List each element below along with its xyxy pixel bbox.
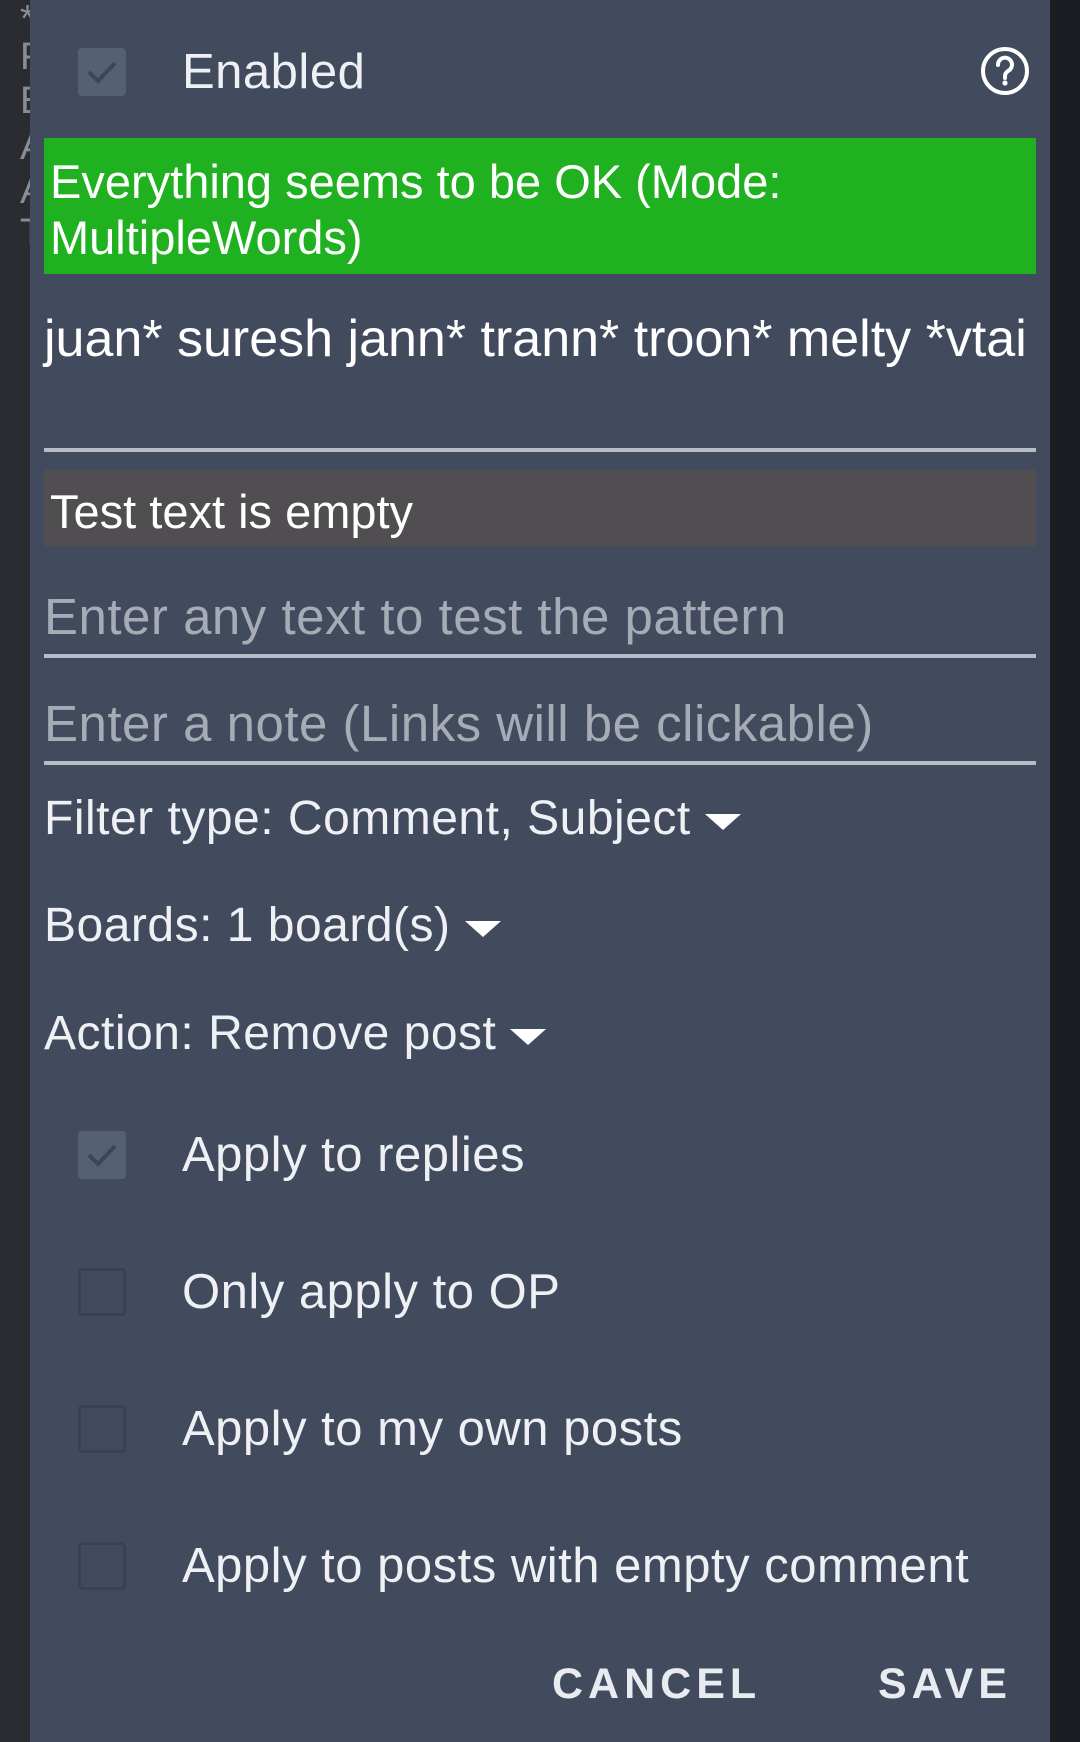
option-label: Only apply to OP [182,1265,561,1319]
screen: * F E A A T Enabled Everything seems to … [0,0,1080,1742]
only-op-checkbox[interactable] [78,1268,126,1316]
boards-dropdown[interactable]: Boards: 1 board(s) [44,890,503,960]
own-posts-checkbox[interactable] [78,1405,126,1453]
filter-type-label: Filter type: Comment, Subject [44,791,691,845]
checkmark-icon [87,61,117,84]
option-label: Apply to replies [182,1128,526,1182]
cancel-button[interactable]: CANCEL [552,1660,761,1709]
background-activity: * F E A A T [0,0,45,1742]
option-apply-to-replies[interactable]: Apply to replies [30,1105,1050,1205]
chevron-down-icon [510,1029,547,1045]
note-field[interactable] [44,685,1036,765]
option-empty-comment[interactable]: Apply to posts with empty comment [30,1516,1050,1616]
pattern-input[interactable]: juan* suresh jann* trann* troon* melty *… [44,300,1036,452]
option-own-posts[interactable]: Apply to my own posts [30,1379,1050,1479]
pattern-status-banner: Everything seems to be OK (Mode: Multipl… [44,138,1036,274]
action-label: Action: Remove post [44,1006,497,1060]
test-status-banner: Test text is empty [44,470,1036,546]
test-text-field[interactable] [44,578,1036,658]
enabled-row[interactable]: Enabled [30,22,1050,122]
option-only-op[interactable]: Only apply to OP [30,1242,1050,1342]
filter-edit-dialog: Enabled Everything seems to be OK (Mode:… [30,0,1050,1742]
test-text-input[interactable] [44,578,1036,654]
chevron-down-icon [704,814,741,830]
enabled-checkbox[interactable] [78,48,126,96]
note-input[interactable] [44,685,1036,761]
background-edge [1050,0,1080,1742]
option-label: Apply to my own posts [182,1402,683,1456]
save-button[interactable]: SAVE [878,1660,1012,1709]
checkmark-icon [87,1144,117,1167]
boards-label: Boards: 1 board(s) [44,898,451,952]
help-circle-icon[interactable] [980,46,1030,96]
filter-type-dropdown[interactable]: Filter type: Comment, Subject [44,783,743,853]
empty-comment-checkbox[interactable] [78,1542,126,1590]
chevron-down-icon [464,921,501,937]
action-dropdown[interactable]: Action: Remove post [44,998,548,1068]
apply-to-replies-checkbox[interactable] [78,1131,126,1179]
enabled-label: Enabled [182,45,366,99]
option-label: Apply to posts with empty comment [182,1539,970,1593]
